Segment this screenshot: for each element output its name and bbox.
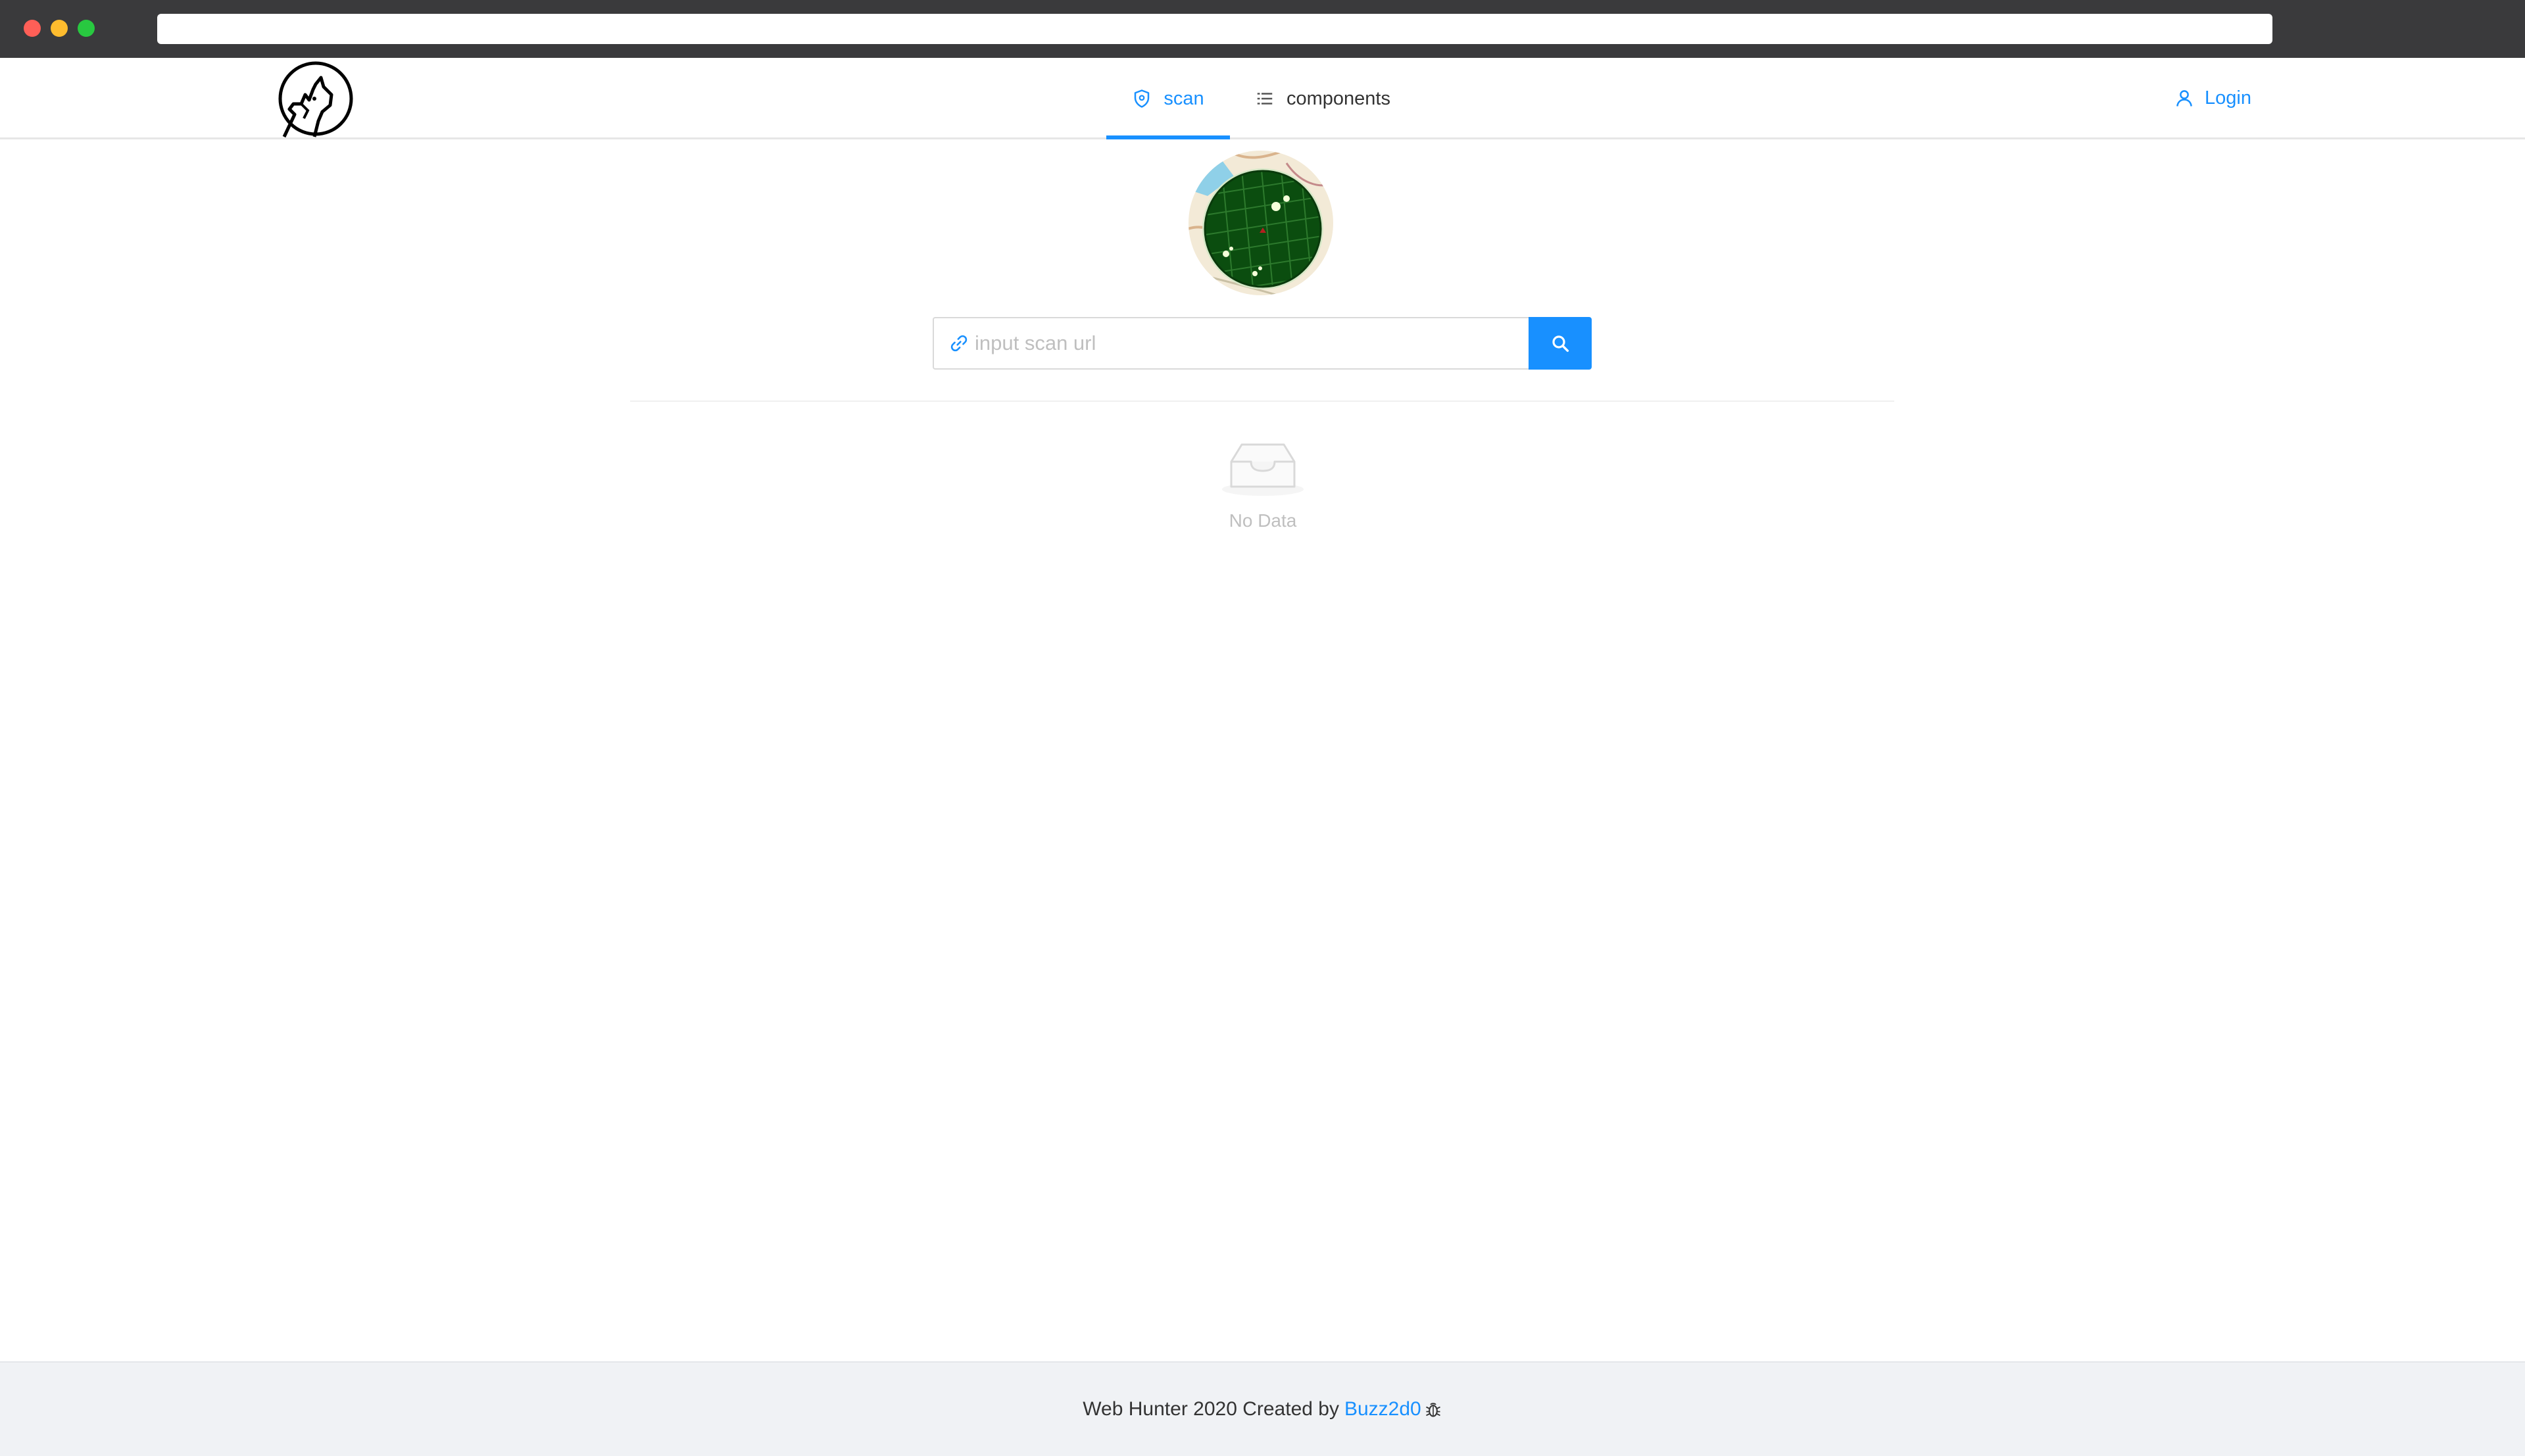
search-field[interactable] bbox=[933, 317, 1530, 370]
tab-components[interactable]: components bbox=[1255, 58, 1390, 139]
shield-icon bbox=[1135, 89, 1150, 108]
active-tab-indicator bbox=[1106, 135, 1230, 139]
login-link[interactable]: Login bbox=[2174, 84, 2251, 112]
list-icon bbox=[1257, 93, 1273, 105]
link-icon bbox=[950, 335, 968, 352]
author-link[interactable]: Buzz2d0 bbox=[1344, 1398, 1421, 1420]
radar-icon bbox=[1189, 151, 1333, 295]
footer-text: Web Hunter 2020 Created by bbox=[1083, 1398, 1339, 1420]
window-minimize-button[interactable] bbox=[51, 20, 68, 37]
search-icon bbox=[1552, 335, 1569, 352]
window-close-button[interactable] bbox=[24, 20, 41, 37]
footer: Web Hunter 2020 Created by Buzz2d0 bbox=[0, 1361, 2525, 1456]
login-label: Login bbox=[2205, 87, 2251, 109]
search-button[interactable] bbox=[1529, 317, 1592, 370]
tab-components-label: components bbox=[1287, 87, 1390, 109]
scan-url-input[interactable] bbox=[975, 320, 1514, 366]
content-divider bbox=[630, 400, 1894, 402]
address-bar[interactable] bbox=[157, 14, 2272, 44]
tab-scan[interactable]: scan bbox=[1106, 58, 1230, 139]
window-maximize-button[interactable] bbox=[78, 20, 95, 37]
tab-scan-label: scan bbox=[1164, 87, 1204, 109]
empty-inbox-icon bbox=[1222, 443, 1304, 496]
wolf-logo-icon[interactable] bbox=[275, 58, 356, 139]
empty-state-text: No Data bbox=[1229, 510, 1297, 531]
user-icon bbox=[2176, 90, 2192, 107]
bug-icon bbox=[1425, 1403, 1440, 1417]
